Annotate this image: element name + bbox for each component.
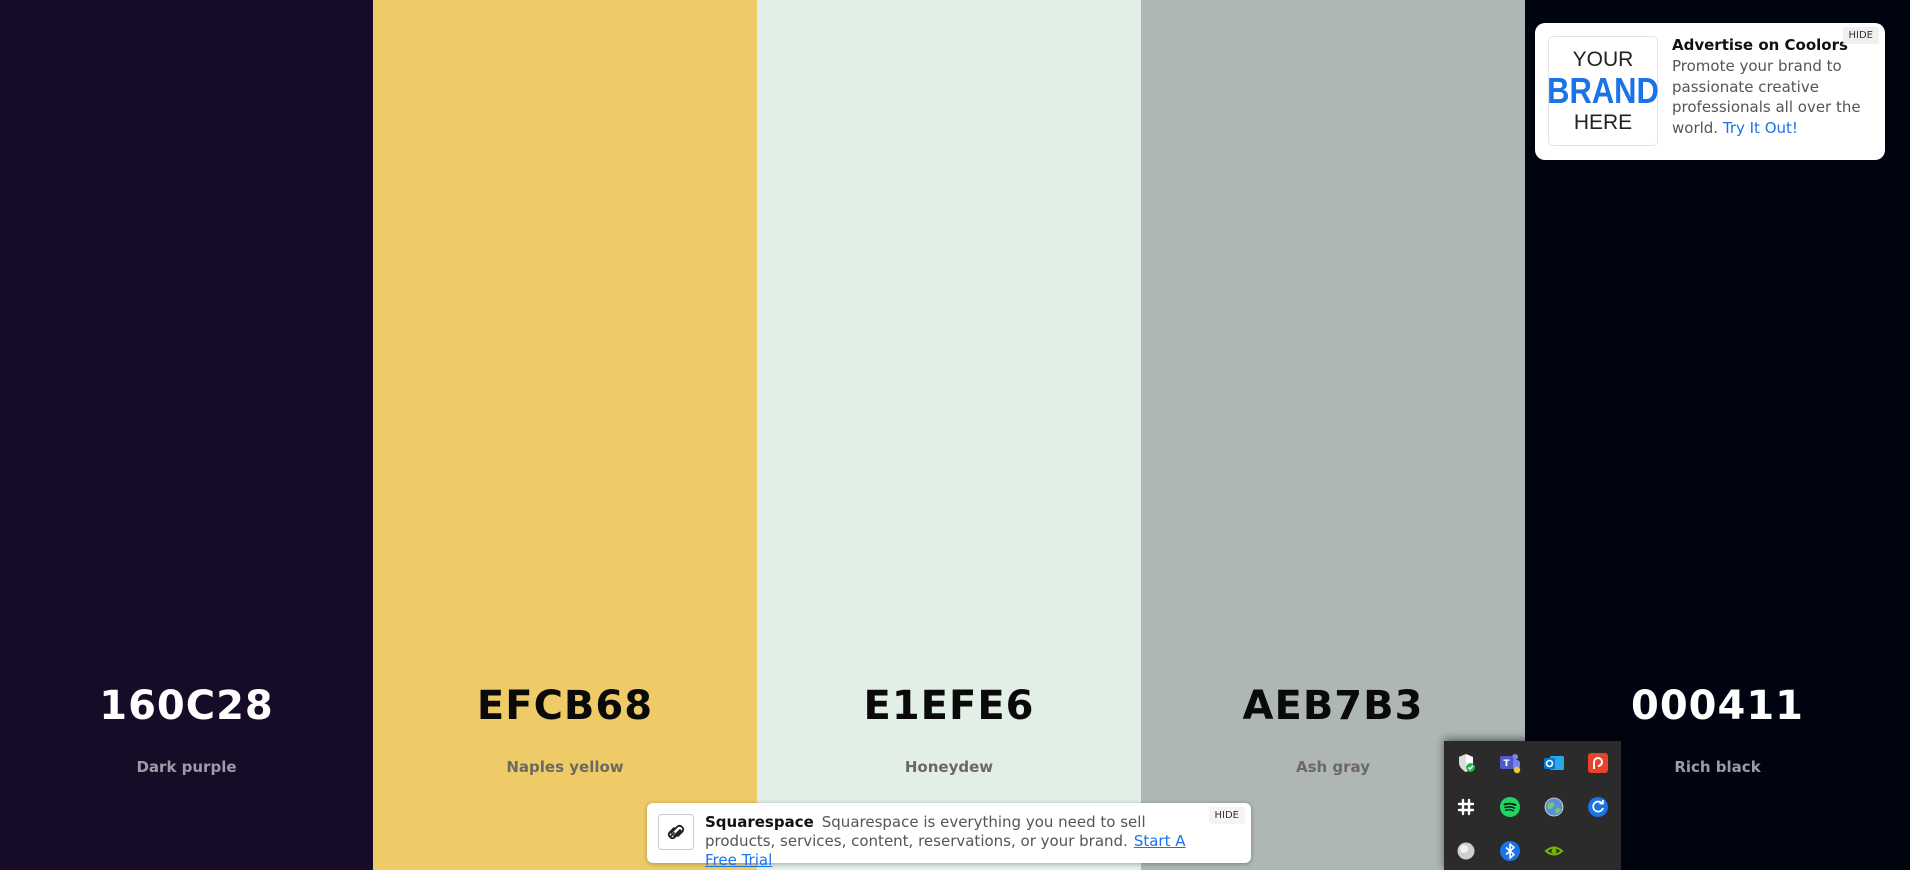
teams-icon[interactable]: T	[1499, 752, 1521, 774]
round-app-icon[interactable]	[1455, 840, 1477, 862]
swatch-hex[interactable]: AEB7B3	[1141, 683, 1525, 729]
bluetooth-icon[interactable]	[1499, 840, 1521, 862]
squarespace-banner[interactable]: Squarespace Squarespace is everything you…	[647, 803, 1251, 869]
squarespace-logo-icon[interactable]	[658, 814, 694, 850]
sync-app-icon[interactable]	[1587, 796, 1609, 818]
swatch-color-name[interactable]: Dark purple	[0, 758, 373, 776]
swatch-dark-purple[interactable]: 160C28 Dark purple	[0, 0, 373, 870]
svg-text:T: T	[1503, 759, 1510, 769]
outlook-icon[interactable]	[1543, 752, 1565, 774]
banner-brand: Squarespace	[705, 813, 814, 831]
banner-hide-button[interactable]: HIDE	[1208, 807, 1245, 824]
windows-security-icon[interactable]	[1455, 752, 1477, 774]
advert-description: Promote your brand to passionate creativ…	[1672, 56, 1872, 138]
swatch-honeydew[interactable]: E1EFE6 Honeydew	[757, 0, 1141, 870]
swatch-naples-yellow[interactable]: EFCB68 Naples yellow	[373, 0, 757, 870]
advert-hide-button[interactable]: HIDE	[1842, 27, 1879, 44]
swatch-hex[interactable]: EFCB68	[373, 683, 757, 729]
swatch-hex[interactable]: 000411	[1525, 683, 1910, 729]
spotify-icon[interactable]	[1499, 796, 1521, 818]
swatch-hex[interactable]: E1EFE6	[757, 683, 1141, 729]
slack-icon[interactable]	[1455, 796, 1477, 818]
swatch-hex[interactable]: 160C28	[0, 683, 373, 729]
advert-cta-link[interactable]: Try It Out!	[1723, 119, 1798, 137]
swatch-color-name[interactable]: Naples yellow	[373, 758, 757, 776]
advert-title[interactable]: Advertise on Coolors	[1672, 36, 1848, 54]
banner-text: Squarespace Squarespace is everything you…	[705, 813, 1195, 870]
nvidia-icon[interactable]	[1543, 840, 1565, 862]
pocketcasts-icon[interactable]	[1587, 752, 1609, 774]
logo-line-1: YOUR	[1572, 48, 1634, 71]
logo-line-2: BRAND	[1547, 70, 1659, 111]
network-globe-icon[interactable]	[1543, 796, 1565, 818]
swatch-color-name[interactable]: Honeydew	[757, 758, 1141, 776]
logo-line-3: HERE	[1573, 111, 1633, 134]
your-brand-logo[interactable]: YOUR BRAND HERE	[1547, 36, 1659, 146]
system-tray-flyout: T	[1444, 741, 1621, 870]
swatch-ash-gray[interactable]: AEB7B3 Ash gray	[1141, 0, 1525, 870]
advert-card[interactable]: YOUR BRAND HERE Advertise on Coolors Pro…	[1535, 23, 1885, 160]
